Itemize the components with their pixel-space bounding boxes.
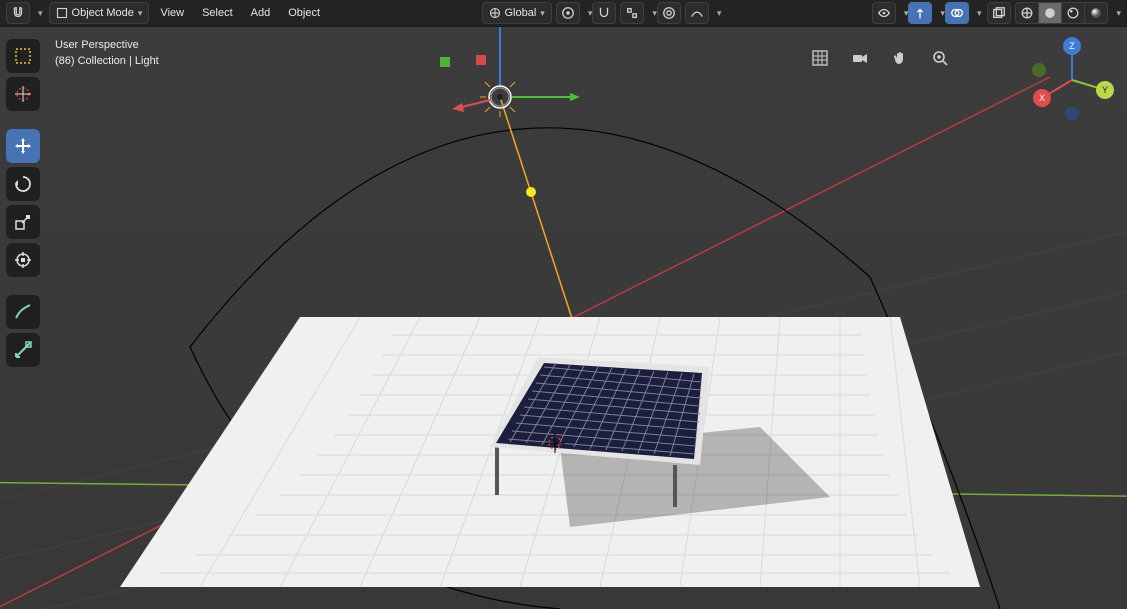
viewport-info: User Perspective (86) Collection | Light — [55, 37, 159, 69]
chevron-down-icon[interactable]: ▾ — [940, 8, 945, 19]
tool-select-box[interactable] — [6, 39, 40, 73]
shading-wireframe[interactable] — [1015, 2, 1038, 24]
axis-gizmo[interactable]: Z Y X — [1027, 35, 1117, 125]
viewport-shading-group — [1015, 2, 1108, 24]
header: ▾ Object Mode ▾ View Select Add Object G… — [0, 0, 1127, 27]
nav-pill-strip — [803, 41, 957, 75]
tool-annotate[interactable] — [6, 295, 40, 329]
viewport-3d[interactable]: User Perspective (86) Collection | Light — [0, 27, 1127, 609]
interaction-mode-label: Object Mode — [72, 7, 134, 19]
orientation-label: Global — [505, 7, 537, 19]
magnet-toggle[interactable] — [6, 2, 30, 24]
axis-z-label: Z — [1069, 41, 1075, 51]
pan-hand-icon[interactable] — [883, 41, 917, 75]
tool-transform[interactable] — [6, 243, 40, 277]
info-line-2: (86) Collection | Light — [55, 53, 159, 69]
chevron-down-icon[interactable]: ▾ — [1116, 8, 1121, 19]
transform-orientation-dropdown[interactable]: Global ▾ — [482, 2, 552, 24]
tool-cursor[interactable] — [6, 77, 40, 111]
light-object[interactable] — [440, 27, 580, 117]
menu-add[interactable]: Add — [244, 2, 278, 24]
chevron-down-icon: ▾ — [540, 8, 545, 19]
gizmos-toggle[interactable] — [908, 2, 932, 24]
proportional-falloff-dropdown[interactable] — [685, 2, 709, 24]
shading-material[interactable] — [1061, 2, 1084, 24]
light-target-dot — [526, 187, 536, 197]
shading-solid[interactable] — [1038, 2, 1061, 24]
overlays-toggle[interactable] — [945, 2, 969, 24]
xray-toggle[interactable] — [987, 2, 1011, 24]
camera-grid-icon[interactable] — [803, 41, 837, 75]
zoom-icon[interactable] — [923, 41, 957, 75]
tool-rotate[interactable] — [6, 167, 40, 201]
moviecam-icon[interactable] — [843, 41, 877, 75]
chevron-down-icon: ▾ — [138, 8, 143, 19]
chevron-down-icon[interactable]: ▾ — [652, 8, 657, 19]
tool-measure[interactable] — [6, 333, 40, 367]
tool-shelf — [6, 39, 40, 367]
menu-view[interactable]: View — [153, 2, 191, 24]
axis-x-label: X — [1039, 93, 1045, 103]
chevron-down-icon[interactable]: ▾ — [977, 8, 982, 19]
chevron-down-icon[interactable]: ▾ — [717, 8, 722, 19]
proportional-edit-toggle[interactable] — [657, 2, 681, 24]
snap-element-dropdown[interactable] — [620, 2, 644, 24]
chevron-down-icon[interactable]: ▾ — [38, 8, 43, 19]
interaction-mode-dropdown[interactable]: Object Mode ▾ — [49, 2, 150, 24]
menu-select[interactable]: Select — [195, 2, 240, 24]
menu-object[interactable]: Object — [281, 2, 327, 24]
visibility-dropdown[interactable] — [872, 2, 896, 24]
snap-toggle[interactable] — [592, 2, 616, 24]
chevron-down-icon[interactable]: ▾ — [588, 8, 593, 19]
axis-y-label: Y — [1102, 85, 1108, 95]
shading-rendered[interactable] — [1084, 2, 1108, 24]
tool-scale[interactable] — [6, 205, 40, 239]
light-radius-wire — [190, 128, 870, 347]
pivot-point-dropdown[interactable] — [556, 2, 580, 24]
chevron-down-icon[interactable]: ▾ — [904, 8, 909, 19]
tool-move[interactable] — [6, 129, 40, 163]
scene-canvas — [0, 27, 1127, 609]
info-line-1: User Perspective — [55, 37, 159, 53]
